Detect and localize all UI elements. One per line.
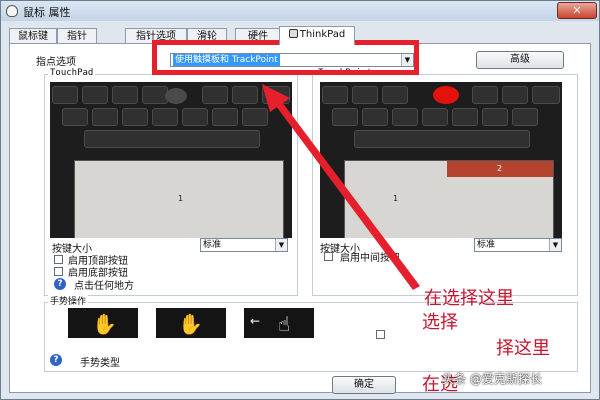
key — [232, 86, 258, 104]
touchpad-title: TouchPad — [48, 68, 96, 78]
trackpoint-button-size-select[interactable]: 标准 ▼ — [474, 238, 562, 252]
thinkpad-icon — [288, 29, 298, 38]
gesture-enable-checkbox[interactable] — [376, 330, 385, 339]
spacebar-key — [84, 130, 260, 148]
annotation-line-3: 择这里 — [496, 338, 550, 359]
key — [242, 108, 268, 126]
gesture-two-finger-rotate[interactable]: ✋ — [68, 308, 138, 338]
trackpoint-zone-2-label: 2 — [497, 164, 503, 173]
touchpad-button-size-select[interactable]: 标准 ▼ — [200, 238, 288, 252]
arrow-left-icon: ← — [250, 314, 261, 328]
chevron-down-icon: ▼ — [275, 239, 287, 251]
tab-mouse-buttons[interactable]: 鼠标键 — [9, 28, 57, 44]
annotation-line-1: 在选择这里 — [424, 288, 514, 309]
close-button[interactable]: ✕ — [557, 2, 597, 19]
key — [212, 108, 238, 126]
key — [472, 86, 498, 104]
help-icon[interactable]: ? — [54, 278, 66, 290]
touchpad-keyboard-image: 1 — [50, 82, 292, 238]
key — [52, 86, 78, 104]
bottom-buttons-checkbox[interactable] — [54, 267, 63, 276]
highlight-frame — [152, 40, 419, 75]
key — [82, 86, 108, 104]
chevron-down-icon: ▼ — [549, 239, 561, 251]
click-anywhere-link[interactable]: 点击任何地方 — [74, 277, 134, 292]
watermark: 头条 @爱克斯探长 — [442, 372, 542, 386]
trackpoint-zone-1-label: 1 — [393, 194, 399, 203]
trackpoint-keyboard-image: 2 1 — [320, 82, 562, 238]
trackpoint-nub-inactive — [165, 88, 187, 104]
window-title: 鼠标 属性 — [23, 6, 71, 19]
key — [422, 108, 448, 126]
key — [362, 108, 388, 126]
top-buttons-checkbox[interactable] — [54, 255, 63, 264]
middle-button-label: 启用中间按钮 — [340, 253, 400, 264]
hand-icon: ✋ — [178, 312, 203, 336]
tab-thinkpad-label: ThinkPad — [299, 29, 346, 40]
middle-button-checkbox[interactable] — [324, 252, 333, 261]
hand-icon: ✋ — [92, 312, 117, 336]
key — [62, 108, 88, 126]
key — [392, 108, 418, 126]
key — [122, 108, 148, 126]
touchpad-button-size-value: 标准 — [203, 240, 222, 250]
pointing-hand-icon: ☝ — [278, 312, 291, 336]
gesture-flick-left[interactable]: ← ☝ — [244, 308, 314, 338]
spacebar-key — [354, 130, 530, 148]
title-bar: 鼠标 属性 ✕ — [1, 1, 599, 21]
tab-pointers[interactable]: 指针 — [57, 28, 97, 44]
key — [512, 108, 538, 126]
key — [502, 86, 528, 104]
key — [182, 108, 208, 126]
tab-thinkpad[interactable]: ThinkPad — [279, 26, 355, 45]
key — [532, 86, 560, 104]
key — [92, 108, 118, 126]
touchpad-surface: 1 — [74, 160, 284, 238]
gesture-type-link[interactable]: 手势类型 — [80, 354, 120, 369]
key — [482, 108, 508, 126]
key — [332, 108, 358, 126]
help-icon[interactable]: ? — [50, 354, 62, 366]
annotation-line-2: 选择 — [422, 312, 458, 333]
mouse-icon — [6, 5, 18, 17]
key — [452, 108, 478, 126]
key — [152, 108, 178, 126]
key — [382, 86, 408, 104]
trackpoint-zone-2: 2 — [447, 161, 553, 177]
key — [352, 86, 378, 104]
key — [322, 86, 348, 104]
key — [262, 86, 290, 104]
key — [112, 86, 138, 104]
gestures-title: 手势操作 — [48, 294, 89, 307]
key — [202, 86, 228, 104]
advanced-button[interactable]: 高级 — [476, 51, 564, 69]
trackpoint-button-size-value: 标准 — [477, 240, 496, 250]
ok-button[interactable]: 确定 — [332, 376, 396, 394]
trackpoint-nub-active — [433, 86, 459, 104]
touchpad-zone-1-label: 1 — [178, 194, 184, 203]
gesture-three-finger-swipe[interactable]: ✋ — [156, 308, 226, 338]
pointing-options-label: 指点选项 — [36, 57, 76, 68]
trackpoint-touchpad-surface: 2 1 — [344, 160, 554, 238]
